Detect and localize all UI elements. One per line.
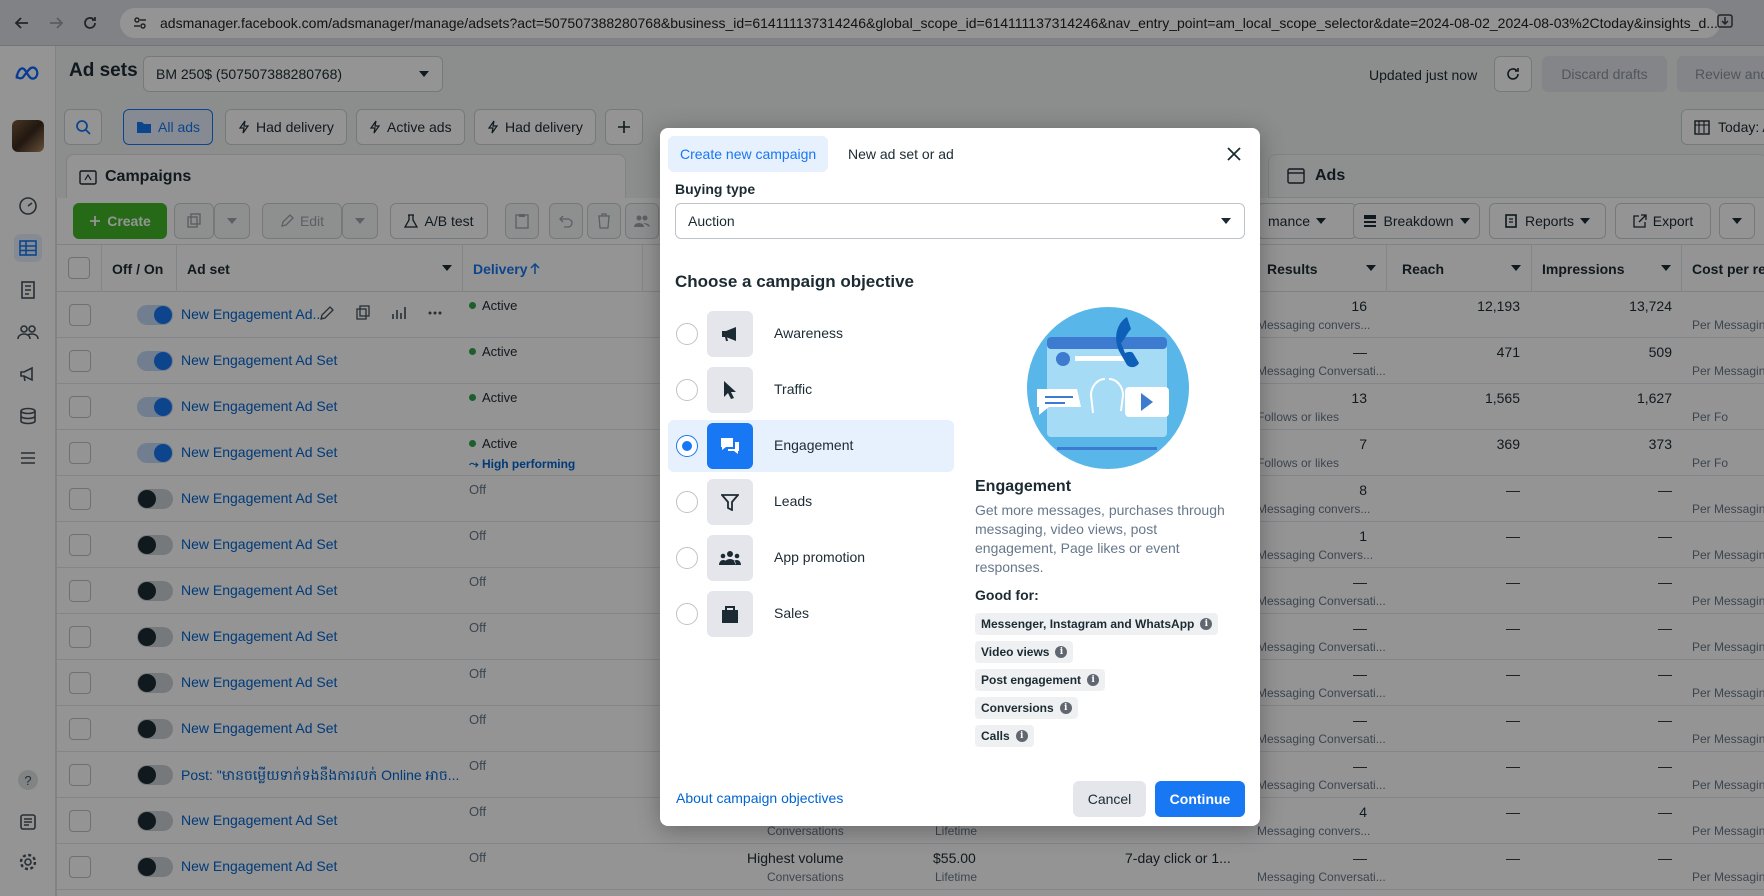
good-for-chip: Post engagement i [975,669,1106,691]
cursor-icon [707,367,753,413]
close-icon[interactable] [1224,144,1244,164]
buying-type-value: Auction [688,213,735,229]
info-icon[interactable]: i [1059,702,1072,714]
info-icon[interactable]: i [1015,730,1028,742]
radio-button[interactable] [676,323,698,345]
cancel-button[interactable]: Cancel [1073,781,1146,817]
engagement-illustration [1027,307,1189,469]
good-for-label: Good for: [975,587,1039,603]
tab-new-ad-set-or-ad[interactable]: New ad set or ad [836,136,966,172]
about-campaign-objectives-link[interactable]: About campaign objectives [676,790,843,806]
good-for-chip: Conversions i [975,697,1078,719]
objective-label: Engagement [774,437,854,453]
info-icon[interactable]: i [1200,618,1213,630]
buying-type-label: Buying type [675,181,756,197]
continue-button[interactable]: Continue [1155,781,1245,817]
good-for-chip: Video views i [975,641,1074,663]
chip-label: Conversions [981,701,1054,715]
chip-label: Messenger, Instagram and WhatsApp [981,617,1195,631]
radio-button[interactable] [676,379,698,401]
chat-bubbles-icon [707,423,753,469]
objective-detail-title: Engagement [975,478,1072,495]
buying-type-select[interactable]: Auction [675,203,1245,239]
megaphone-icon [707,311,753,357]
chip-label: Post engagement [981,673,1082,687]
info-icon[interactable]: i [1055,646,1068,658]
objective-engagement[interactable]: Engagement [668,420,954,472]
objective-leads[interactable]: Leads [668,476,954,528]
objective-heading: Choose a campaign objective [675,272,915,291]
info-icon[interactable]: i [1087,674,1100,686]
filter-funnel-icon [707,479,753,525]
good-for-chip: Calls i [975,725,1034,747]
create-campaign-dialog: Create new campaign New ad set or ad Buy… [660,128,1260,826]
objective-traffic[interactable]: Traffic [668,364,954,416]
objective-app-promotion[interactable]: App promotion [668,532,954,584]
radio-button[interactable] [676,603,698,625]
shopping-bag-icon [707,591,753,637]
objective-label: Leads [774,493,813,509]
objective-label: Awareness [774,325,844,341]
objective-detail-description: Get more messages, purchases through mes… [975,502,1225,575]
caret-down-icon [1220,217,1232,225]
chip-label: Video views [981,645,1050,659]
objective-label: App promotion [774,549,866,565]
chip-label: Calls [981,729,1010,743]
good-for-chip: Messenger, Instagram and WhatsApp i [975,613,1219,635]
objective-sales[interactable]: Sales [668,588,954,640]
tab-create-new-campaign[interactable]: Create new campaign [668,136,829,172]
objective-awareness[interactable]: Awareness [668,308,954,360]
radio-button[interactable] [676,547,698,569]
radio-button-selected[interactable] [676,435,698,457]
objective-label: Traffic [774,381,813,397]
objective-label: Sales [774,605,810,621]
people-icon [707,535,753,581]
radio-button[interactable] [676,491,698,513]
